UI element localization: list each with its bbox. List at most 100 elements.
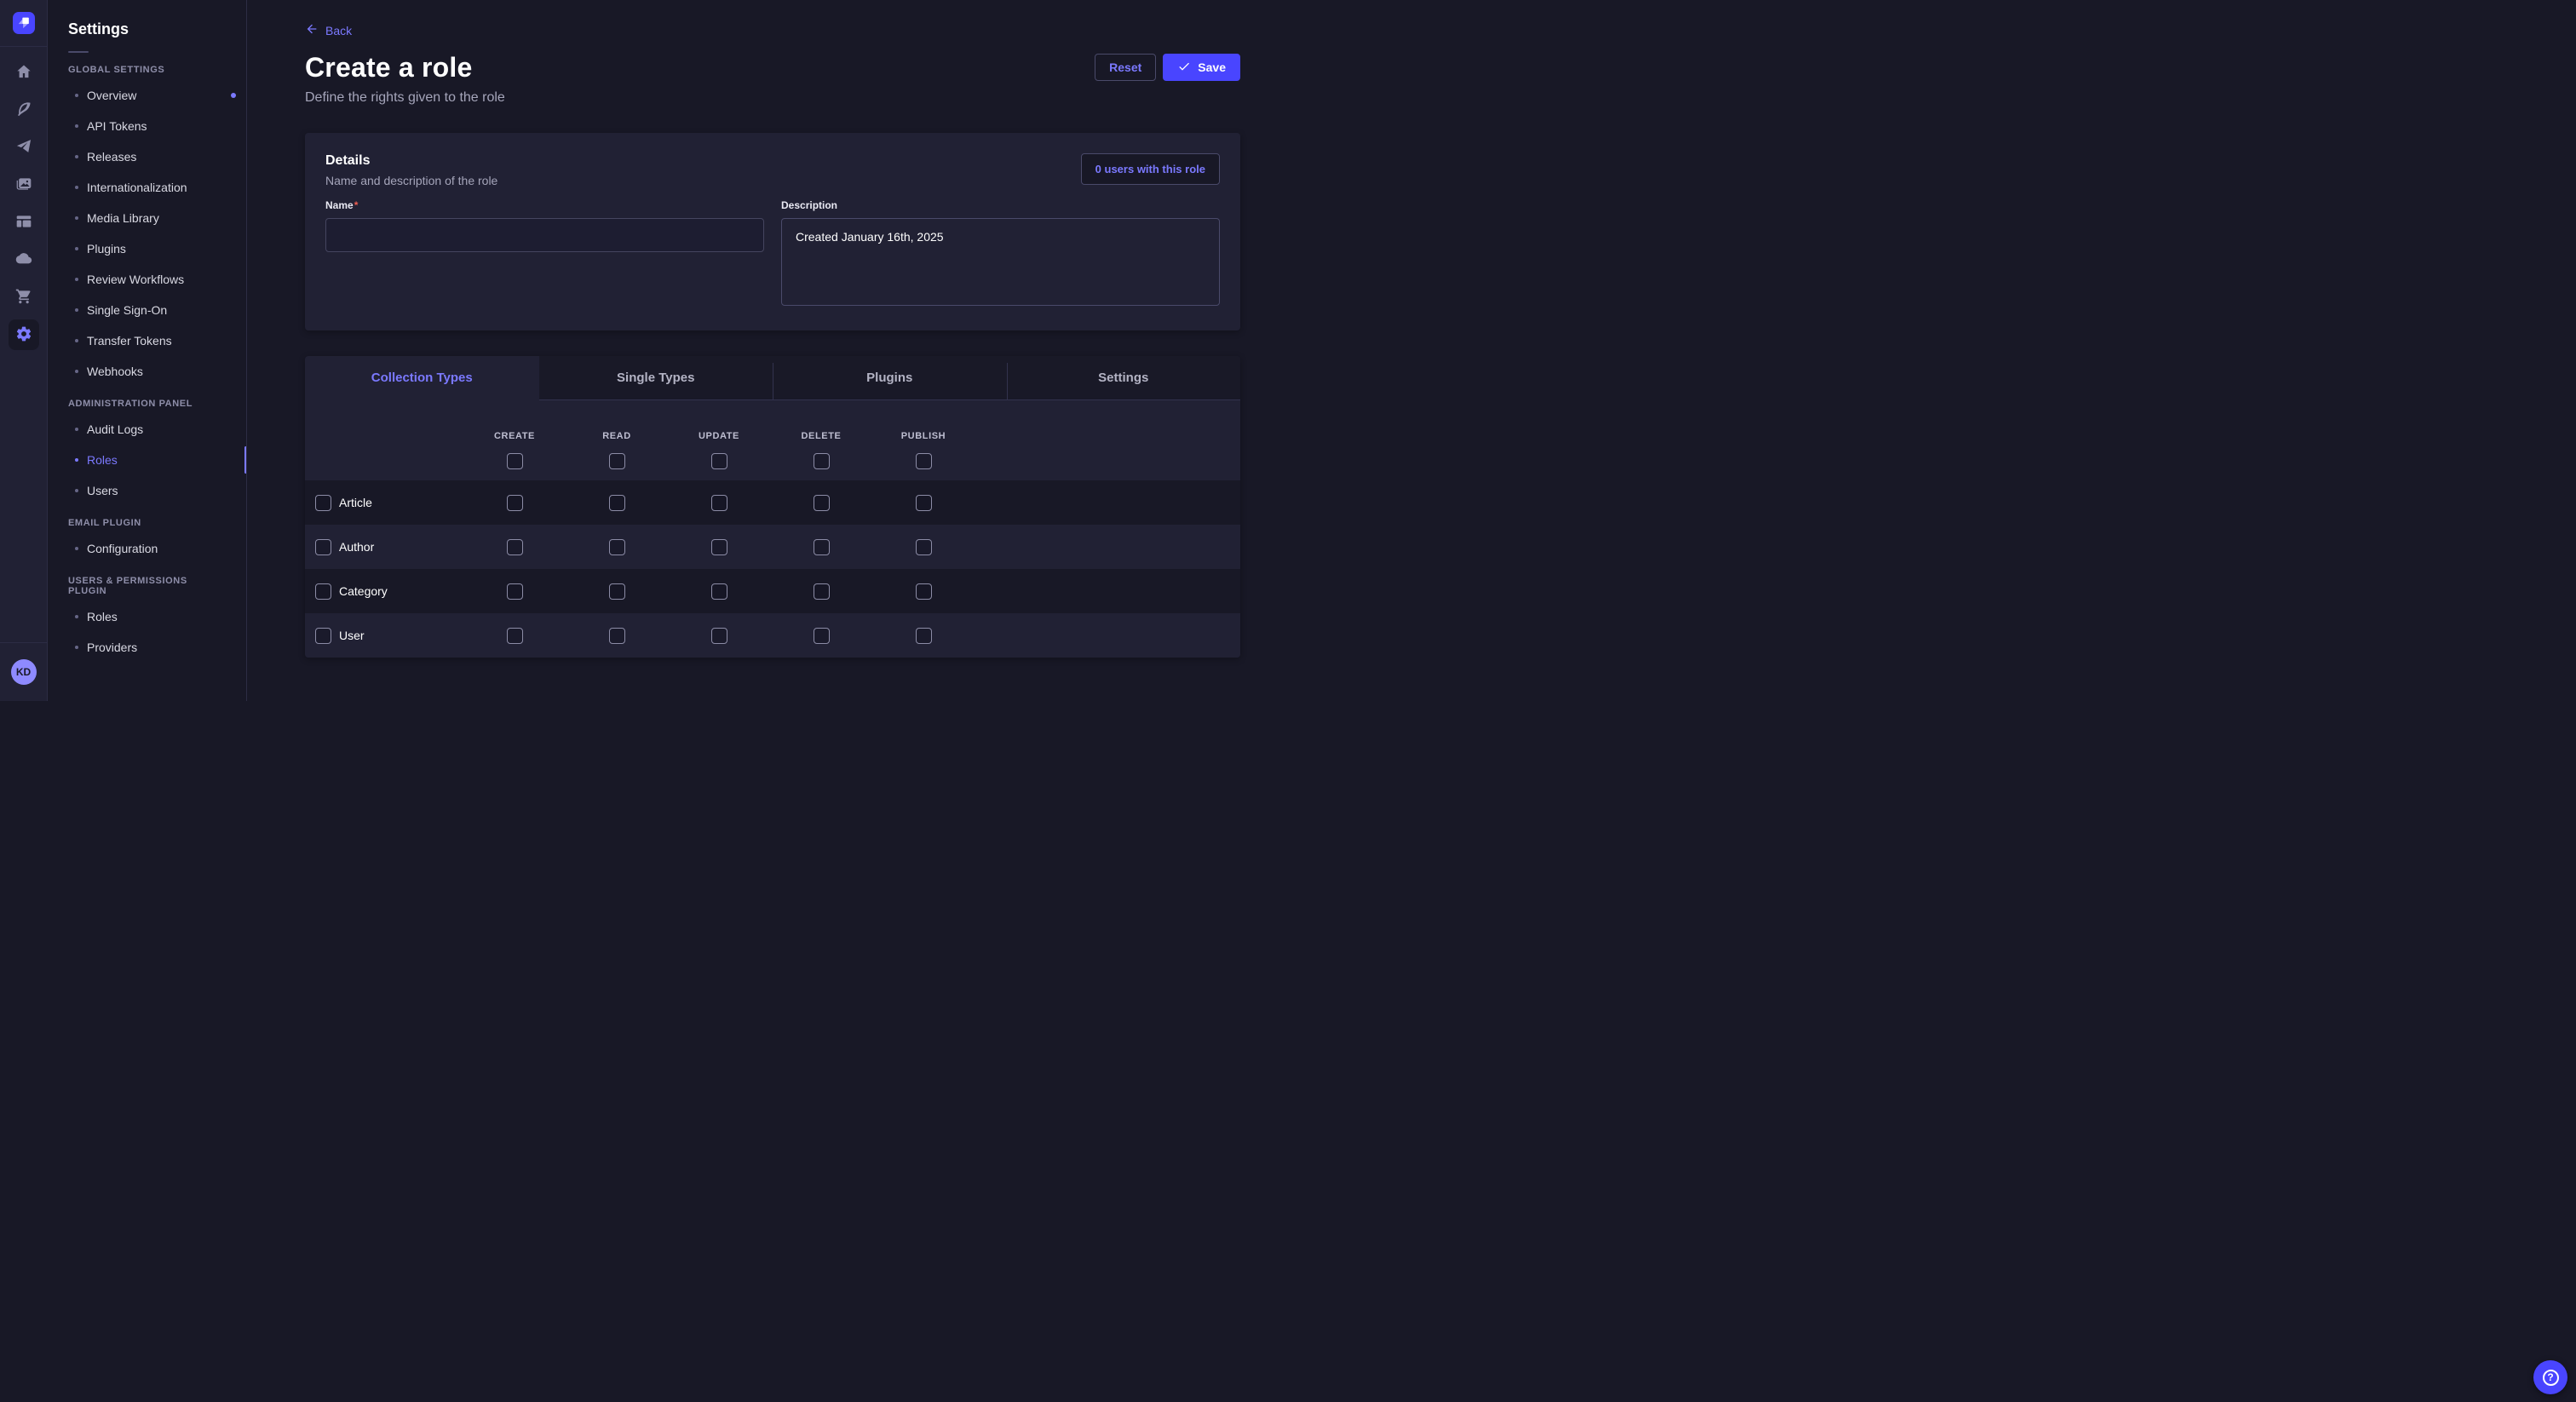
subnav-item-roles[interactable]: Roles [48,445,246,475]
article-update-checkbox[interactable] [711,495,727,511]
tab-collection-types[interactable]: Collection Types [305,356,539,400]
user-create-checkbox[interactable] [507,628,523,644]
subnav-item-audit-logs[interactable]: Audit Logs [48,414,246,445]
permission-cell [463,628,566,644]
nav-releases-button[interactable] [9,132,39,163]
details-card: Details Name and description of the role… [305,133,1240,330]
nav-media-library-button[interactable] [9,170,39,200]
description-textarea[interactable]: Created January 16th, 2025 [781,218,1220,306]
back-link[interactable]: Back [305,22,352,38]
settings-subnav: Settings GLOBAL SETTINGSOverviewAPI Toke… [48,0,247,701]
user-update-checkbox[interactable] [711,628,727,644]
category-update-checkbox[interactable] [711,583,727,600]
subnav-item-releases[interactable]: Releases [48,141,246,172]
category-publish-checkbox[interactable] [916,583,932,600]
subnav-item-plugins[interactable]: Plugins [48,233,246,264]
description-field-group: Description Created January 16th, 2025 [781,198,1220,310]
permission-cell [872,539,975,555]
user-read-checkbox[interactable] [609,628,625,644]
notification-dot [231,93,236,98]
category-read-checkbox[interactable] [609,583,625,600]
subnav-item-webhooks[interactable]: Webhooks [48,356,246,387]
subnav-item-internationalization[interactable]: Internationalization [48,172,246,203]
subnav-item-roles[interactable]: Roles [48,601,246,632]
author-read-checkbox[interactable] [609,539,625,555]
bullet-dot [75,615,78,618]
select-row-category-checkbox[interactable] [315,583,331,600]
nav-settings-button[interactable] [9,319,39,350]
permission-cell [566,539,668,555]
main-nav-icons [9,47,39,357]
nav-deploy-button[interactable] [9,244,39,275]
subnav-item-label: Review Workflows [87,273,184,286]
subnav-item-api-tokens[interactable]: API Tokens [48,111,246,141]
name-input[interactable] [325,218,764,252]
column-label: UPDATE [699,431,739,441]
article-create-checkbox[interactable] [507,495,523,511]
subnav-item-overview[interactable]: Overview [48,80,246,111]
avatar[interactable]: KD [11,659,37,685]
select-row-user-checkbox[interactable] [315,628,331,644]
article-delete-checkbox[interactable] [814,495,830,511]
reset-button[interactable]: Reset [1095,54,1156,81]
nav-marketplace-button[interactable] [9,282,39,313]
subnav-item-providers[interactable]: Providers [48,632,246,663]
category-delete-checkbox[interactable] [814,583,830,600]
permission-cell [463,495,566,511]
page-header: Create a role Define the rights given to… [305,52,1240,106]
bullet-dot [75,247,78,250]
subnav-item-users[interactable]: Users [48,475,246,506]
subnav-item-single-sign-on[interactable]: Single Sign-On [48,295,246,325]
bullet-dot [75,547,78,550]
subnav-item-review-workflows[interactable]: Review Workflows [48,264,246,295]
row-label: User [339,629,365,642]
subnav-title: Settings [68,20,246,38]
tab-settings[interactable]: Settings [1007,356,1241,400]
strapi-logo-button[interactable] [13,12,35,34]
app-window: KD Settings GLOBAL SETTINGSOverviewAPI T… [0,0,1288,701]
header-actions: Reset Save [1095,54,1240,81]
users-with-role-button[interactable]: 0 users with this role [1081,153,1220,185]
bullet-dot [75,186,78,189]
article-publish-checkbox[interactable] [916,495,932,511]
nav-home-button[interactable] [9,57,39,88]
nav-content-button[interactable] [9,95,39,125]
cloud-icon [15,250,32,270]
select-all-publish-checkbox[interactable] [916,453,932,469]
save-button[interactable]: Save [1163,54,1240,81]
author-delete-checkbox[interactable] [814,539,830,555]
category-create-checkbox[interactable] [507,583,523,600]
tab-plugins[interactable]: Plugins [773,356,1007,400]
page-title: Create a role [305,52,505,83]
bullet-dot [75,155,78,158]
permission-row-category: Category [305,569,1240,613]
subnav-item-media-library[interactable]: Media Library [48,203,246,233]
author-update-checkbox[interactable] [711,539,727,555]
select-row-author-checkbox[interactable] [315,539,331,555]
subnav-item-transfer-tokens[interactable]: Transfer Tokens [48,325,246,356]
bullet-dot [75,216,78,220]
select-all-update-checkbox[interactable] [711,453,727,469]
user-delete-checkbox[interactable] [814,628,830,644]
column-label: READ [602,431,631,441]
article-read-checkbox[interactable] [609,495,625,511]
user-publish-checkbox[interactable] [916,628,932,644]
permission-cell [668,583,770,600]
select-row-article-checkbox[interactable] [315,495,331,511]
subnav-item-configuration[interactable]: Configuration [48,533,246,564]
author-create-checkbox[interactable] [507,539,523,555]
select-all-delete-checkbox[interactable] [814,453,830,469]
column-header-publish: PUBLISH [872,400,975,480]
permission-cell [872,628,975,644]
tab-single-types[interactable]: Single Types [539,356,773,400]
bullet-dot [75,124,78,128]
subnav-item-label: Media Library [87,211,159,225]
select-all-read-checkbox[interactable] [609,453,625,469]
permission-cell [872,495,975,511]
help-button[interactable]: ? [2533,1360,2567,1394]
author-publish-checkbox[interactable] [916,539,932,555]
permission-cell [463,539,566,555]
select-all-create-checkbox[interactable] [507,453,523,469]
nav-content-type-builder-button[interactable] [9,207,39,238]
permission-cell [770,583,872,600]
